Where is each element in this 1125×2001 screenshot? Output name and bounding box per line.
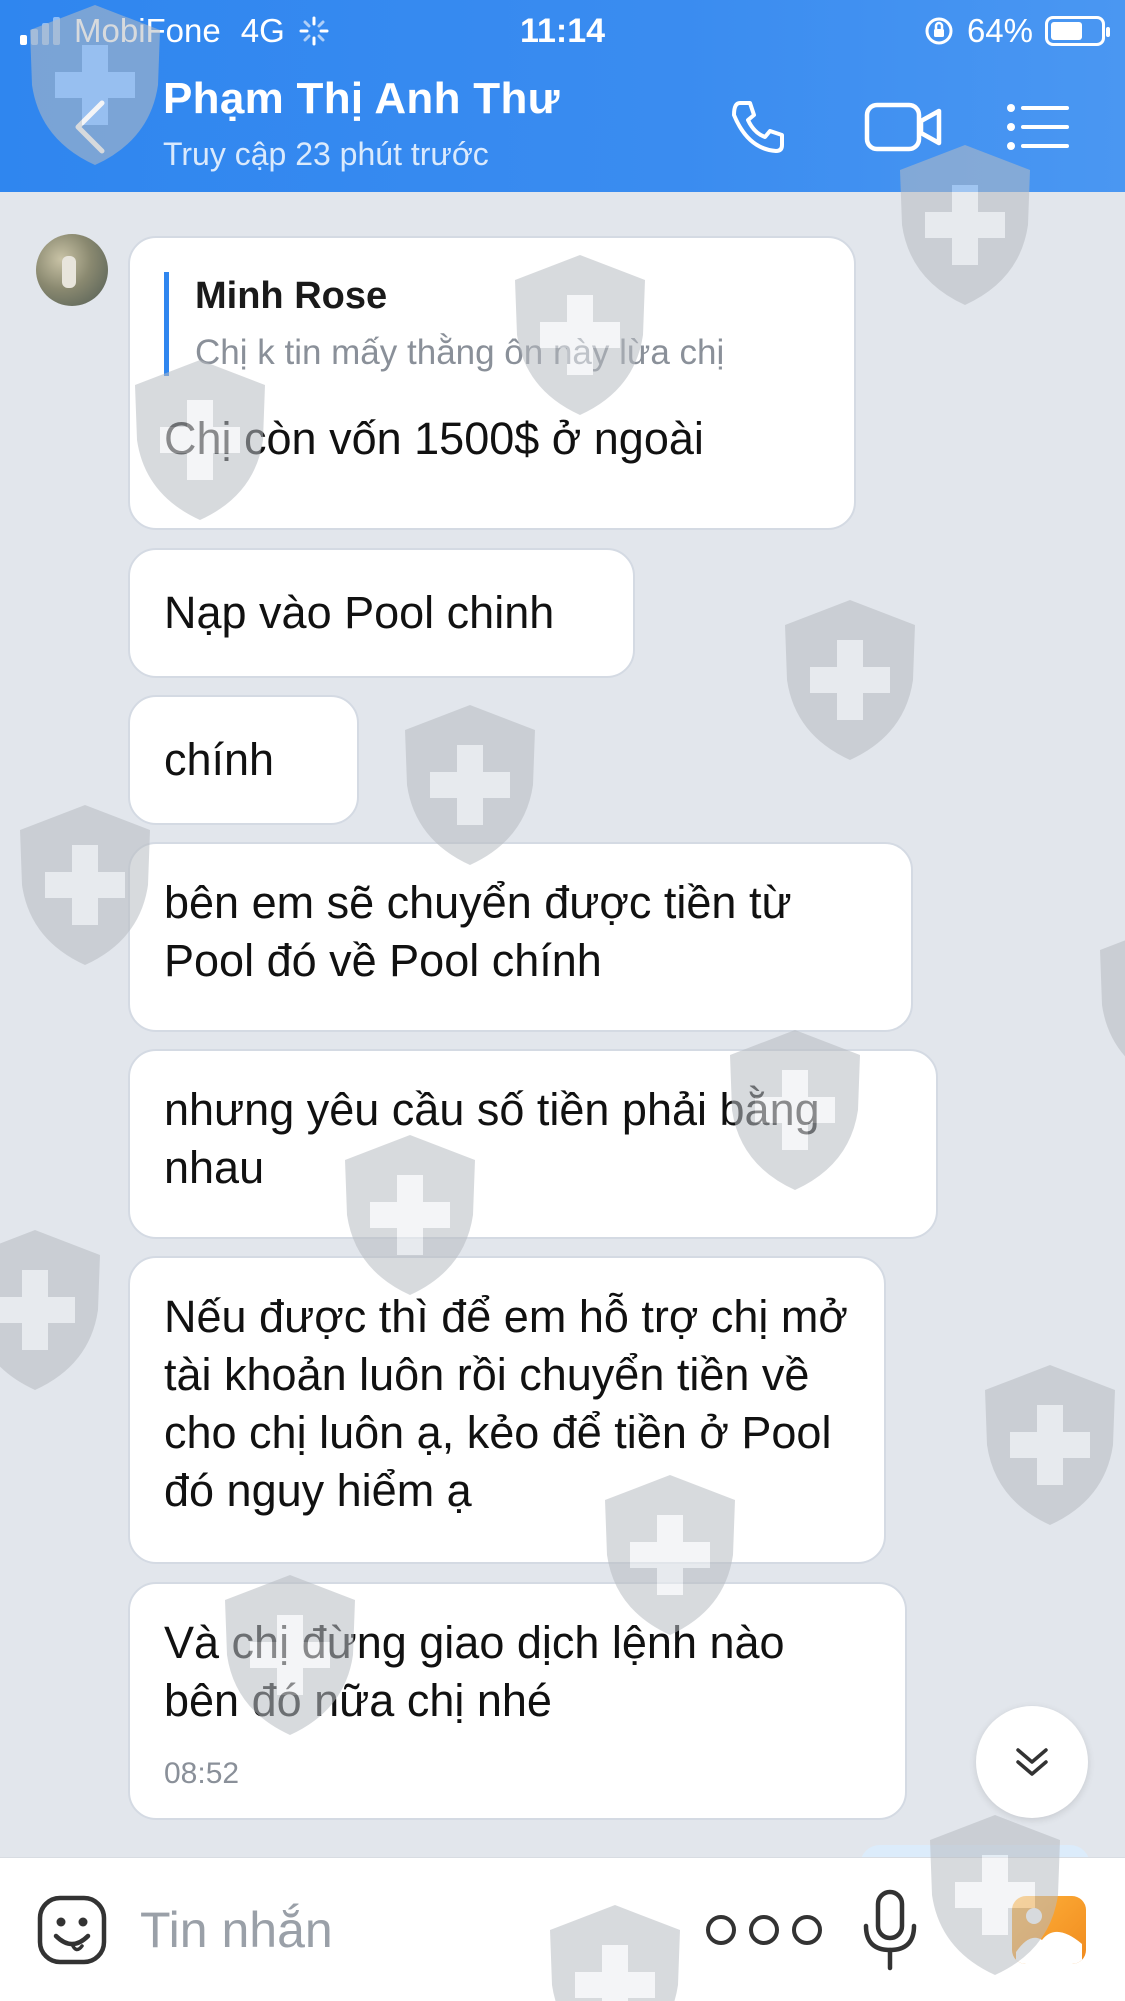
message-bubble[interactable]: bên em sẽ chuyển được tiền từ Pool đó về… — [128, 842, 913, 1032]
quote-author: Minh Rose — [195, 275, 388, 317]
message-input[interactable] — [140, 1892, 680, 1968]
avatar[interactable] — [36, 234, 108, 306]
message-text: Nạp vào Pool chinh — [164, 587, 555, 638]
battery-icon — [1045, 16, 1110, 46]
message-text: nhưng yêu cầu số tiền phải bằng nhau — [164, 1084, 820, 1193]
send-image-button[interactable] — [1012, 1896, 1086, 1964]
rotation-lock-icon — [925, 17, 953, 45]
contact-info[interactable]: Phạm Thị Anh Thư Truy cập 23 phút trước — [163, 74, 560, 173]
chat-header: MobiFone 4G 11:14 64% Phạm Thị Anh Thư T… — [0, 0, 1125, 192]
video-call-button[interactable] — [854, 92, 954, 162]
menu-icon — [1007, 104, 1069, 150]
chat-screen: MobiFone 4G 11:14 64% Phạm Thị Anh Thư T… — [0, 0, 1125, 2001]
message-bubble[interactable]: Minh Rose Chị k tin mấy thằng ôn này lừa… — [128, 236, 856, 530]
menu-button[interactable] — [998, 92, 1078, 162]
emoji-icon — [37, 1895, 107, 1965]
contact-name: Phạm Thị Anh Thư — [163, 74, 560, 123]
more-options-button[interactable] — [706, 1910, 822, 1950]
video-call-icon — [864, 102, 942, 152]
back-icon — [75, 100, 105, 154]
message-text: bên em sẽ chuyển được tiền từ Pool đó về… — [164, 877, 792, 986]
message-list[interactable]: Minh Rose Chị k tin mấy thằng ôn này lừa… — [0, 162, 1125, 1865]
message-text: Chị còn vốn 1500$ ở ngoài — [164, 413, 704, 464]
image-icon — [1016, 1908, 1082, 1964]
message-bubble[interactable]: chính — [128, 695, 359, 825]
message-text: Nếu được thì để em hỗ trợ chị mở tài kho… — [164, 1291, 848, 1516]
battery-percent: 64% — [966, 12, 1033, 49]
microphone-icon — [863, 1889, 917, 1971]
more-icon — [706, 1915, 736, 1945]
message-bubble[interactable]: Nếu được thì để em hỗ trợ chị mở tài kho… — [128, 1256, 886, 1564]
call-button[interactable] — [718, 92, 798, 162]
status-bar: MobiFone 4G 11:14 64% — [0, 0, 1125, 62]
message-bubble[interactable]: nhưng yêu cầu số tiền phải bằng nhau — [128, 1049, 938, 1239]
voice-message-button[interactable] — [860, 1888, 920, 1972]
phone-icon — [732, 101, 784, 153]
message-bubble[interactable]: Và chị đừng giao dịch lệnh nào bên đó nữ… — [128, 1582, 907, 1820]
emoji-button[interactable] — [36, 1894, 108, 1966]
message-text: chính — [164, 734, 275, 785]
quote-text: Chị k tin mấy thằng ôn này lừa chị — [195, 333, 725, 372]
back-button[interactable] — [60, 92, 120, 162]
message-composer — [0, 1857, 1125, 2001]
message-time: 08:52 — [164, 1757, 240, 1790]
scroll-to-bottom-button[interactable] — [976, 1706, 1088, 1818]
double-chevron-down-icon — [1016, 1748, 1048, 1776]
message-text: Và chị đừng giao dịch lệnh nào bên đó nữ… — [164, 1617, 785, 1726]
message-bubble[interactable]: Nạp vào Pool chinh — [128, 548, 635, 678]
quoted-message[interactable]: Minh Rose Chị k tin mấy thằng ôn này lừa… — [164, 272, 820, 376]
contact-status: Truy cập 23 phút trước — [163, 136, 489, 172]
nav-bar: Phạm Thị Anh Thư Truy cập 23 phút trước — [0, 62, 1125, 192]
